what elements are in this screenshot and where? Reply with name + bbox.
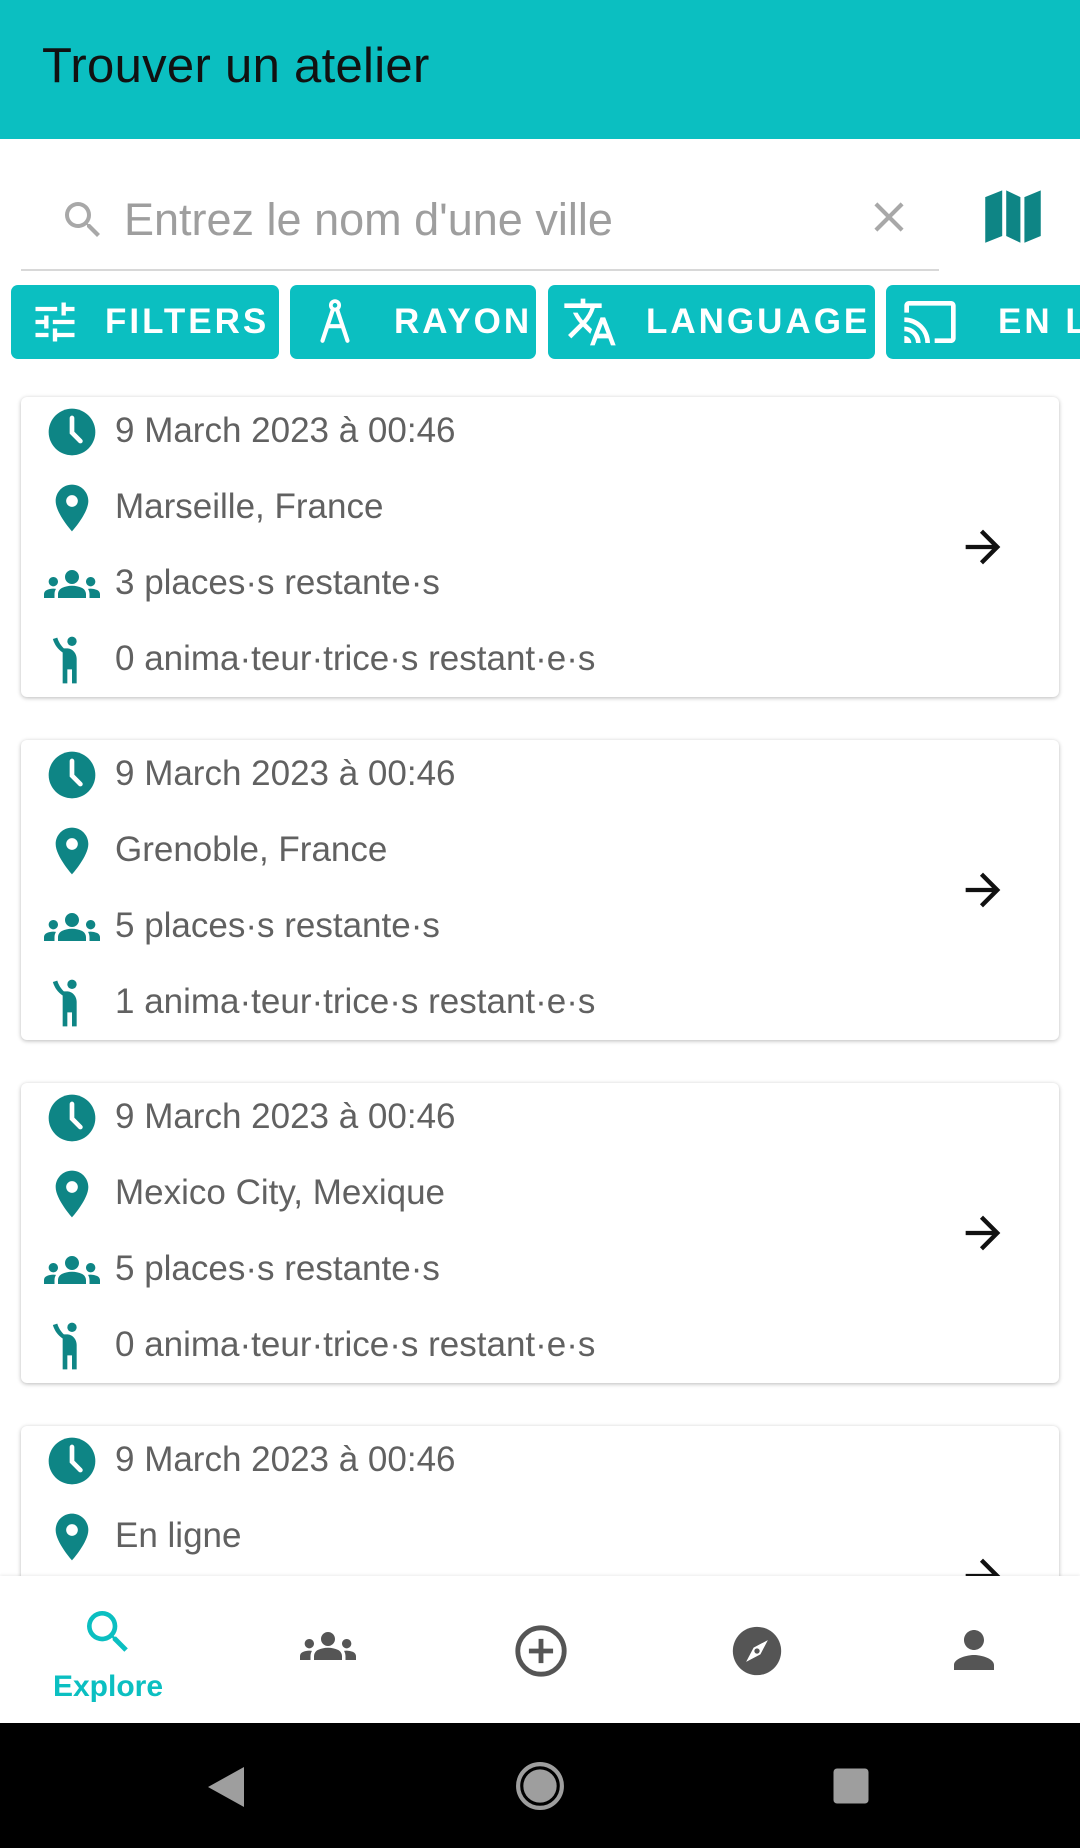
online-chip[interactable]: EN LIGNE: [886, 285, 1080, 359]
bottom-navigation: Explore: [0, 1576, 1080, 1723]
workshop-location: Grenoble, France: [115, 830, 388, 869]
workshop-card[interactable]: 9 March 2023 à 00:46 Marseille, France 3…: [21, 397, 1059, 697]
date-row: 9 March 2023 à 00:46: [21, 1426, 921, 1496]
location-row: Marseille, France: [21, 473, 921, 543]
person-waving-icon: [52, 979, 77, 1027]
back-icon[interactable]: [204, 1763, 248, 1811]
language-chip[interactable]: LANGUAGE: [548, 285, 875, 359]
group-icon: [300, 1632, 356, 1660]
workshop-location: Marseille, France: [115, 487, 384, 526]
search-icon: [87, 1611, 128, 1652]
workshop-date: 9 March 2023 à 00:46: [115, 754, 456, 793]
translate-icon: [564, 298, 616, 346]
clock-icon: [48, 1437, 96, 1485]
compass-rayon-icon: [320, 299, 350, 343]
group-icon: [44, 913, 100, 941]
workshop-places: 3 places·s restante·s: [115, 563, 440, 602]
page-title: Trouver un atelier: [42, 39, 430, 93]
arrow-forward-icon[interactable]: [957, 1207, 1009, 1259]
date-row: 9 March 2023 à 00:46: [21, 397, 921, 467]
location-row: En ligne: [21, 1502, 921, 1572]
workshop-places: 5 places·s restante·s: [115, 906, 440, 945]
facilitators-row: 0 anima·teur·trice·s restant·e·s: [21, 625, 921, 695]
facilitators-row: 1 anima·teur·trice·s restant·e·s: [21, 968, 921, 1038]
person-icon: [954, 1630, 994, 1670]
location-row: Grenoble, France: [21, 816, 921, 886]
arrow-forward-icon[interactable]: [957, 1550, 1009, 1576]
location-pin-icon: [55, 484, 89, 532]
filters-chip[interactable]: FILTERS: [11, 285, 279, 359]
cast-icon: [904, 301, 956, 343]
person-waving-icon: [52, 636, 77, 684]
workshop-facilitators: 0 anima·teur·trice·s restant·e·s: [115, 639, 596, 678]
group-icon: [44, 1256, 100, 1284]
location-pin-icon: [55, 827, 89, 875]
workshop-date: 9 March 2023 à 00:46: [115, 411, 456, 450]
workshop-card[interactable]: 9 March 2023 à 00:46 Grenoble, France 5 …: [21, 740, 1059, 1040]
chip-label: EN LIGNE: [998, 302, 1080, 341]
workshop-card[interactable]: 9 March 2023 à 00:46 En ligne: [21, 1426, 1059, 1576]
search-input[interactable]: Entrez le nom d'une ville: [124, 194, 613, 246]
workshop-date: 9 March 2023 à 00:46: [115, 1440, 456, 1479]
workshop-facilitators: 1 anima·teur·trice·s restant·e·s: [115, 982, 596, 1021]
workshop-location: Mexico City, Mexique: [115, 1173, 446, 1212]
chip-label: LANGUAGE: [646, 302, 871, 341]
places-row: 5 places·s restante·s: [21, 1235, 921, 1305]
location-pin-icon: [55, 1513, 89, 1561]
app-bar: Trouver un atelier: [0, 0, 1080, 139]
workshop-facilitators: 0 anima·teur·trice·s restant·e·s: [115, 1325, 596, 1364]
map-icon[interactable]: [976, 178, 1050, 252]
clock-icon: [48, 1094, 96, 1142]
person-waving-icon: [52, 1322, 77, 1370]
nav-discover[interactable]: [648, 1576, 864, 1723]
workshop-location: En ligne: [115, 1516, 242, 1555]
recents-icon[interactable]: [830, 1765, 872, 1807]
arrow-forward-icon[interactable]: [957, 864, 1009, 916]
system-navigation-bar: [0, 1723, 1080, 1848]
compass-icon: [732, 1626, 782, 1676]
workshop-card[interactable]: 9 March 2023 à 00:46 Mexico City, Mexiqu…: [21, 1083, 1059, 1383]
rayon-chip[interactable]: RAYON: [290, 285, 536, 359]
nav-explore[interactable]: Explore: [0, 1576, 216, 1723]
tune-icon: [35, 302, 75, 342]
date-row: 9 March 2023 à 00:46: [21, 740, 921, 810]
arrow-forward-icon[interactable]: [957, 521, 1009, 573]
clock-icon: [48, 408, 96, 456]
places-row: 5 places·s restante·s: [21, 892, 921, 962]
search-field[interactable]: Entrez le nom d'une ville: [21, 170, 939, 271]
workshop-list: 9 March 2023 à 00:46 Marseille, France 3…: [0, 380, 1080, 1576]
chip-label: RAYON: [394, 302, 533, 341]
nav-community[interactable]: [216, 1576, 432, 1723]
workshop-date: 9 March 2023 à 00:46: [115, 1097, 456, 1136]
nav-explore-label: Explore: [52, 1670, 164, 1703]
close-icon[interactable]: [864, 192, 914, 242]
nav-create[interactable]: [432, 1576, 648, 1723]
group-icon: [44, 570, 100, 598]
add-circle-icon: [515, 1625, 567, 1677]
places-row: 3 places·s restante·s: [21, 549, 921, 619]
filter-chips: FILTERS RAYON LANGUAGE EN LIGNE: [0, 285, 1080, 359]
location-pin-icon: [55, 1170, 89, 1218]
home-icon[interactable]: [515, 1761, 565, 1811]
search-icon: [65, 202, 100, 237]
chip-label: FILTERS: [105, 302, 270, 341]
workshop-places: 5 places·s restante·s: [115, 1249, 440, 1288]
clock-icon: [48, 751, 96, 799]
nav-profile[interactable]: [864, 1576, 1080, 1723]
location-row: Mexico City, Mexique: [21, 1159, 921, 1229]
date-row: 9 March 2023 à 00:46: [21, 1083, 921, 1153]
facilitators-row: 0 anima·teur·trice·s restant·e·s: [21, 1311, 921, 1381]
